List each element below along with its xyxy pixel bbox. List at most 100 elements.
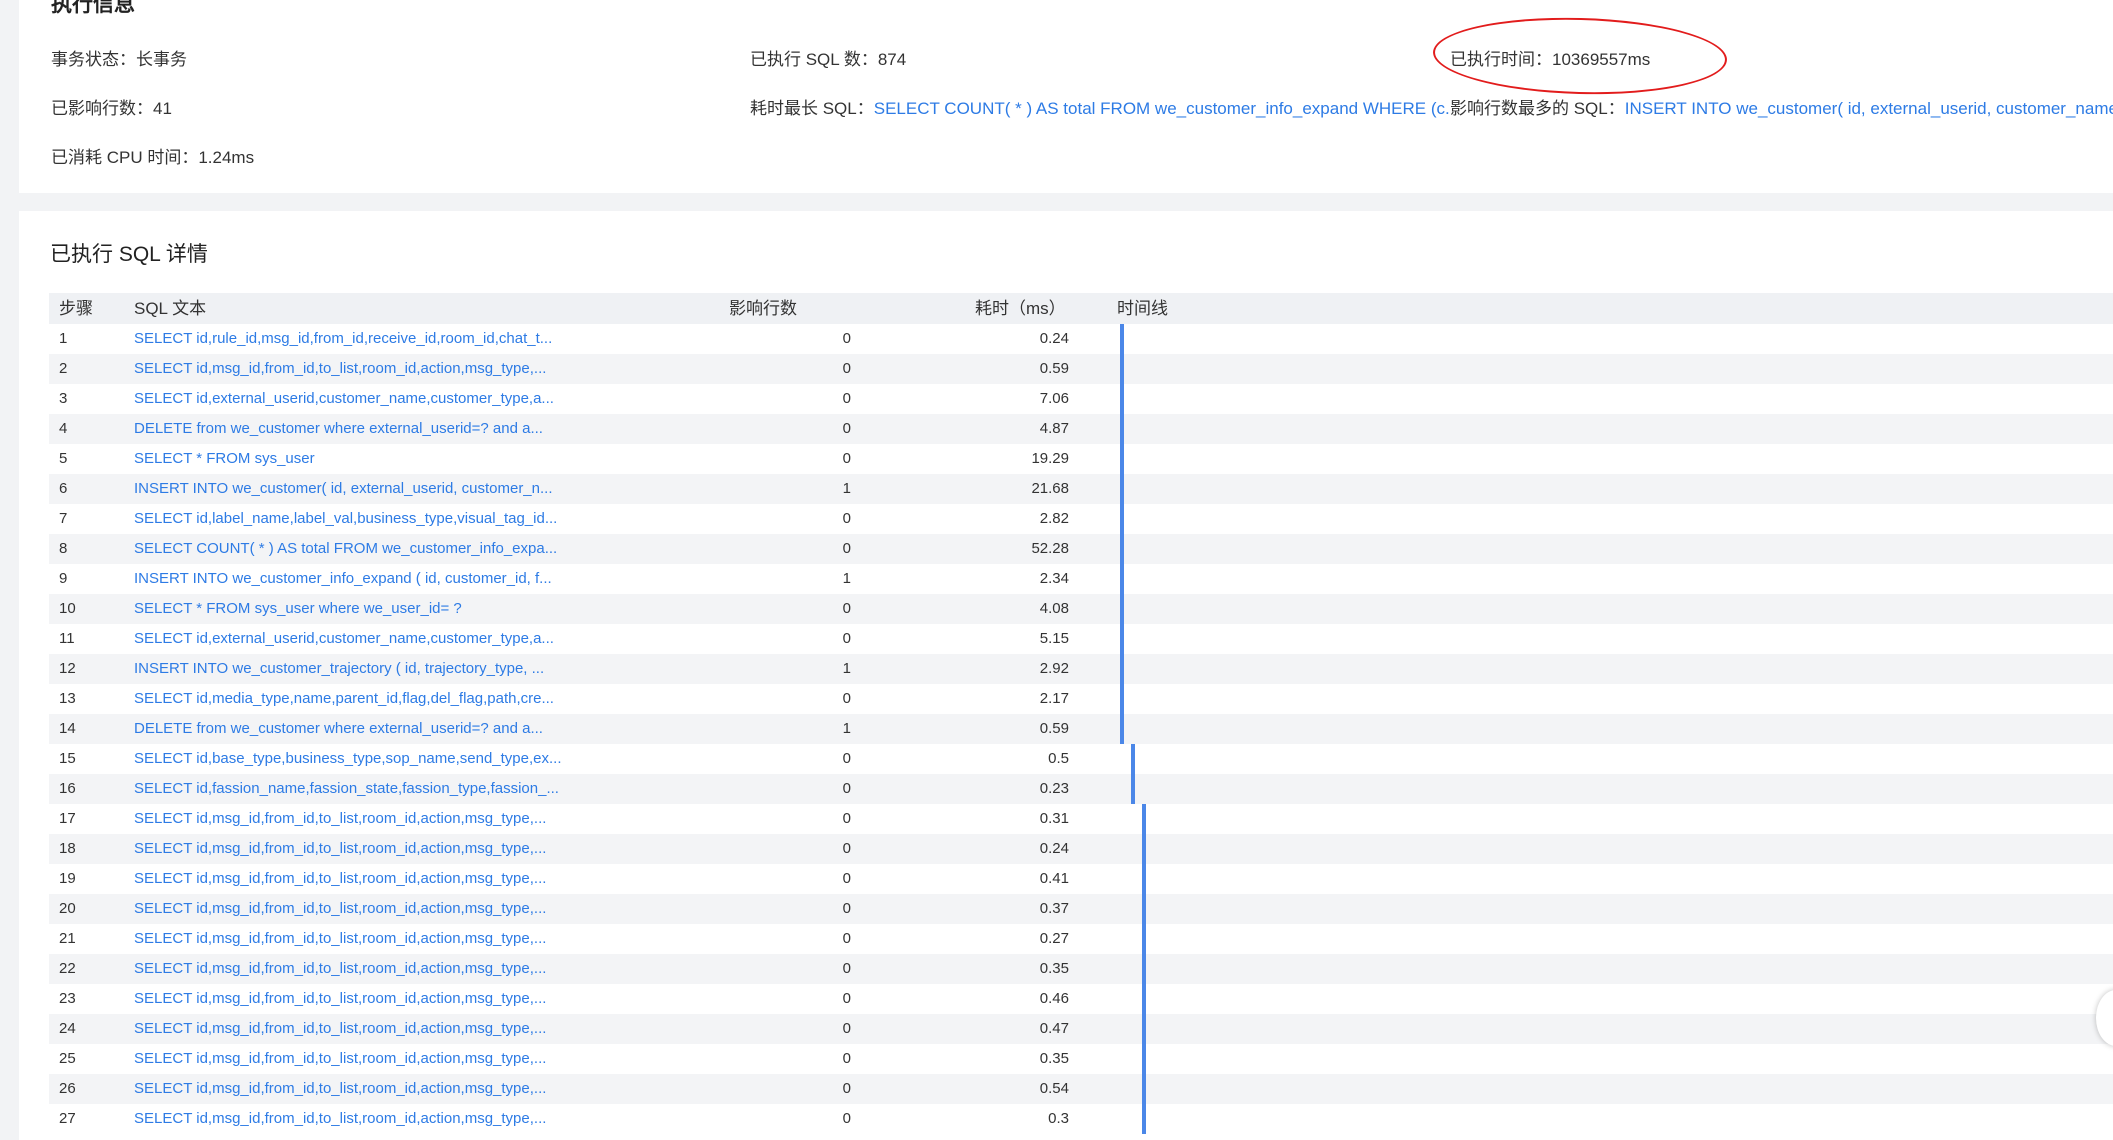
table-row: 1 SELECT id,rule_id,msg_id,from_id,receiv… [49,324,2113,354]
transaction-status-label: 事务状态： [51,50,136,69]
affected-rows-cell: 1 [842,660,851,677]
executed-sql-count-label: 已执行 SQL 数： [750,50,878,69]
table-row: 5 SELECT * FROM sys_user 0 19.29 [49,444,2113,474]
step-cell: 7 [59,510,68,527]
affected-rows-cell: 0 [842,960,851,977]
duration-cell: 0.24 [1039,330,1069,347]
duration-cell: 0.59 [1039,360,1069,377]
duration-cell: 0.3 [1048,1110,1069,1127]
duration-cell: 52.28 [1031,540,1069,557]
timeline-bar [1120,504,1124,534]
sql-text-link[interactable]: SELECT id,msg_id,from_id,to_list,room_id… [134,984,579,1014]
most-rows-sql: 影响行数最多的 SQL：INSERT INTO we_customer( id,… [1450,94,2113,119]
duration-cell: 2.34 [1039,570,1069,587]
duration-cell: 5.15 [1039,630,1069,647]
sql-text-link[interactable]: SELECT id,base_type,business_type,sop_na… [134,744,579,774]
affected-rows-cell: 1 [842,720,851,737]
affected-rows-cell: 0 [842,420,851,437]
affected-rows-cell: 0 [842,900,851,917]
timeline-bar [1120,384,1124,414]
most-rows-sql-link[interactable]: INSERT INTO we_customer( id, external_us… [1625,99,2113,118]
table-row: 10 SELECT * FROM sys_user where we_user_i… [49,594,2113,624]
executed-sql-count: 已执行 SQL 数：874 [750,45,906,70]
sql-text-link[interactable]: DELETE from we_customer where external_u… [134,714,579,744]
duration-cell: 21.68 [1031,480,1069,497]
longest-sql-link[interactable]: SELECT COUNT( * ) AS total FROM we_custo… [874,99,1450,118]
sql-text-link[interactable]: SELECT id,msg_id,from_id,to_list,room_id… [134,954,579,984]
sql-text-link[interactable]: SELECT id,msg_id,from_id,to_list,room_id… [134,354,579,384]
sql-text-link[interactable]: INSERT INTO we_customer( id, external_us… [134,474,579,504]
affected-rows-cell: 0 [842,690,851,707]
affected-rows-cell: 1 [842,570,851,587]
longest-sql-label: 耗时最长 SQL： [750,99,874,118]
table-row: 9 INSERT INTO we_customer_info_expand ( i… [49,564,2113,594]
sql-text-link[interactable]: SELECT id,msg_id,from_id,to_list,room_id… [134,1044,579,1074]
table-row: 11 SELECT id,external_userid,customer_nam… [49,624,2113,654]
sql-text-link[interactable]: SELECT id,msg_id,from_id,to_list,room_id… [134,1074,579,1104]
sql-text-link[interactable]: INSERT INTO we_customer_trajectory ( id,… [134,654,579,684]
execution-info-title: 执行信息 [51,0,135,16]
sql-text-link[interactable]: SELECT id,media_type,name,parent_id,flag… [134,684,579,714]
sql-text-link[interactable]: SELECT COUNT( * ) AS total FROM we_custo… [134,534,579,564]
step-cell: 1 [59,330,68,347]
affected-rows-cell: 0 [842,630,851,647]
duration-cell: 4.87 [1039,420,1069,437]
sql-text-link[interactable]: SELECT id,msg_id,from_id,to_list,room_id… [134,1104,579,1134]
sql-text-link[interactable]: SELECT id,msg_id,from_id,to_list,room_id… [134,1014,579,1044]
step-cell: 23 [59,990,76,1007]
sql-text-link[interactable]: SELECT id,msg_id,from_id,to_list,room_id… [134,804,579,834]
sql-text-link[interactable]: SELECT id,fassion_name,fassion_state,fas… [134,774,579,804]
sql-text-link[interactable]: DELETE from we_customer where external_u… [134,414,579,444]
sql-text-link[interactable]: SELECT id,msg_id,from_id,to_list,room_id… [134,924,579,954]
table-row: 26 SELECT id,msg_id,from_id,to_list,room_… [49,1074,2113,1104]
sql-text-link[interactable]: SELECT id,rule_id,msg_id,from_id,receive… [134,324,579,354]
step-cell: 15 [59,750,76,767]
duration-cell: 0.37 [1039,900,1069,917]
affected-rows-label: 已影响行数： [51,99,153,118]
sql-text-link[interactable]: INSERT INTO we_customer_info_expand ( id… [134,564,579,594]
step-cell: 11 [59,630,75,647]
affected-rows-cell: 0 [842,390,851,407]
table-row: 24 SELECT id,msg_id,from_id,to_list,room_… [49,1014,2113,1044]
table-row: 21 SELECT id,msg_id,from_id,to_list,room_… [49,924,2113,954]
transaction-status-value: 长事务 [136,50,187,69]
sql-text-link[interactable]: SELECT id,external_userid,customer_name,… [134,384,579,414]
sql-text-link[interactable]: SELECT id,external_userid,customer_name,… [134,624,579,654]
timeline-bar [1120,354,1124,384]
table-row: 15 SELECT id,base_type,business_type,sop_… [49,744,2113,774]
affected-rows-cell: 0 [842,810,851,827]
step-cell: 25 [59,1050,76,1067]
timeline-bar [1142,894,1146,924]
timeline-bar [1142,1044,1146,1074]
duration-cell: 7.06 [1039,390,1069,407]
sql-text-link[interactable]: SELECT id,msg_id,from_id,to_list,room_id… [134,864,579,894]
cpu-time-value: 1.24ms [198,148,255,167]
affected-rows-value: 41 [153,99,172,118]
column-header-duration: 耗时（ms） [975,299,1066,318]
timeline-bar [1120,594,1124,624]
table-row: 3 SELECT id,external_userid,customer_name… [49,384,2113,414]
sql-text-link[interactable]: SELECT id,label_name,label_val,business_… [134,504,579,534]
duration-cell: 0.54 [1039,1080,1069,1097]
cpu-time-label: 已消耗 CPU 时间： [51,148,199,167]
most-rows-sql-label: 影响行数最多的 SQL： [1450,99,1625,118]
sql-text-link[interactable]: SELECT * FROM sys_user [134,444,579,474]
step-cell: 14 [59,720,76,737]
annotation-circle [1432,14,1728,98]
duration-cell: 0.23 [1039,780,1069,797]
timeline-bar [1120,414,1124,444]
sql-text-link[interactable]: SELECT id,msg_id,from_id,to_list,room_id… [134,834,579,864]
sql-text-link[interactable]: SELECT id,msg_id,from_id,to_list,room_id… [134,894,579,924]
affected-rows-cell: 0 [842,330,851,347]
step-cell: 12 [59,660,76,677]
timeline-bar [1120,534,1124,564]
sql-text-link[interactable]: SELECT * FROM sys_user where we_user_id=… [134,594,579,624]
timeline-bar [1142,1104,1146,1134]
timeline-bar [1142,1014,1146,1044]
executed-sql-count-value: 874 [877,50,907,69]
timeline-bar [1120,624,1124,654]
timeline-bar [1142,984,1146,1014]
duration-cell: 0.5 [1048,750,1069,767]
step-cell: 21 [59,930,76,947]
duration-cell: 4.08 [1039,600,1069,617]
